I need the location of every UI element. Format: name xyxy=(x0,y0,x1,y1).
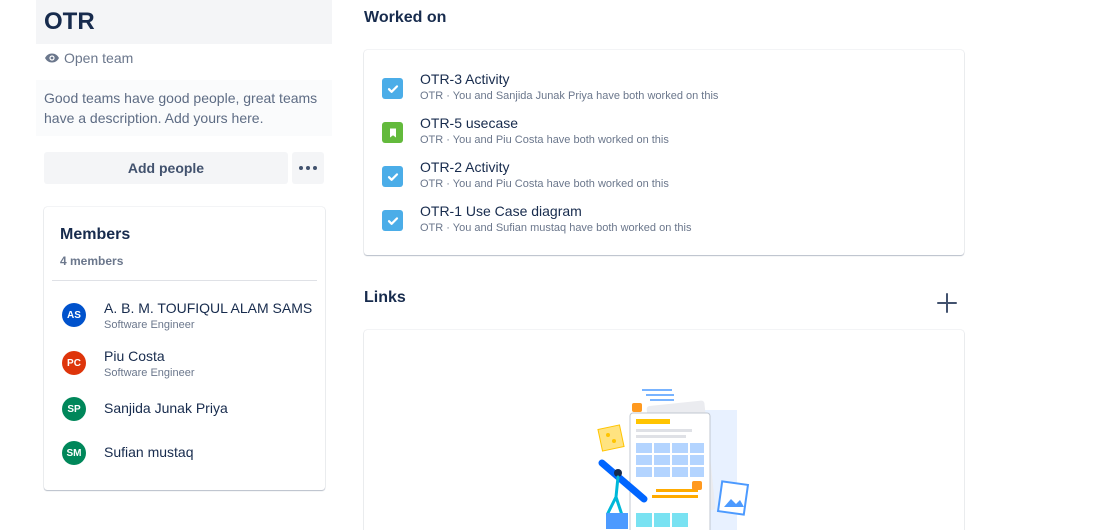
member-item[interactable]: PC Piu Costa Software Engineer xyxy=(62,348,312,385)
work-item-meta: OTR · You and Piu Costa have both worked… xyxy=(420,134,669,146)
add-people-button[interactable]: Add people xyxy=(44,152,288,184)
member-name: Sanjida Junak Priya xyxy=(104,400,228,416)
worked-on-heading: Worked on xyxy=(364,9,447,26)
members-card: Members 4 members AS A. B. M. TOUFIQUL A… xyxy=(44,207,325,490)
worked-on-card: OTR-3 Activity OTR · You and Sanjida Jun… xyxy=(364,50,964,255)
work-item[interactable]: OTR-5 usecase OTR · You and Piu Costa ha… xyxy=(380,115,940,158)
work-item[interactable]: OTR-1 Use Case diagram OTR · You and Suf… xyxy=(380,203,940,246)
members-divider xyxy=(52,280,317,281)
members-count: 4 members xyxy=(60,254,124,268)
avatar: AS xyxy=(62,303,86,327)
avatar: PC xyxy=(62,351,86,375)
team-description[interactable]: Good teams have good people, great teams… xyxy=(36,80,332,136)
task-checkbox-icon xyxy=(382,166,403,187)
member-role: Software Engineer xyxy=(104,319,195,331)
member-name: Sufian mustaq xyxy=(104,444,194,460)
work-item[interactable]: OTR-2 Activity OTR · You and Piu Costa h… xyxy=(380,159,940,202)
task-checkbox-icon xyxy=(382,78,403,99)
add-link-button[interactable] xyxy=(934,290,960,316)
more-actions-button[interactable] xyxy=(292,152,324,184)
member-item[interactable]: SP Sanjida Junak Priya xyxy=(62,397,312,433)
more-dot xyxy=(299,166,303,170)
visibility-label: Open team xyxy=(64,50,134,66)
work-item-meta: OTR · You and Piu Costa have both worked… xyxy=(420,178,669,190)
task-checkbox-icon xyxy=(382,210,403,231)
member-name: A. B. M. TOUFIQUL ALAM SAMS xyxy=(104,300,313,316)
member-name: Piu Costa xyxy=(104,348,165,364)
plus-icon xyxy=(937,293,957,313)
member-item[interactable]: SM Sufian mustaq xyxy=(62,441,312,477)
team-header: OTR xyxy=(36,0,332,44)
avatar: SM xyxy=(62,441,86,465)
work-item-title[interactable]: OTR-1 Use Case diagram xyxy=(420,203,582,219)
work-item-title[interactable]: OTR-3 Activity xyxy=(420,71,509,87)
member-role: Software Engineer xyxy=(104,367,195,379)
links-card xyxy=(364,330,964,530)
work-item-meta: OTR · You and Sufian mustaq have both wo… xyxy=(420,222,692,234)
work-item[interactable]: OTR-3 Activity OTR · You and Sanjida Jun… xyxy=(380,71,940,114)
members-title: Members xyxy=(60,226,131,243)
team-visibility: Open team xyxy=(44,50,133,66)
story-bookmark-icon xyxy=(382,122,403,143)
member-item[interactable]: AS A. B. M. TOUFIQUL ALAM SAMS Software … xyxy=(62,300,313,337)
more-dot xyxy=(313,166,317,170)
team-name[interactable]: OTR xyxy=(44,8,95,36)
work-item-title[interactable]: OTR-5 usecase xyxy=(420,115,518,131)
empty-links-illustration xyxy=(592,385,752,530)
work-item-meta: OTR · You and Sanjida Junak Priya have b… xyxy=(420,90,719,102)
work-item-title[interactable]: OTR-2 Activity xyxy=(420,159,509,175)
avatar: SP xyxy=(62,397,86,421)
eye-icon xyxy=(44,50,60,66)
links-heading: Links xyxy=(364,289,406,306)
more-dot xyxy=(306,166,310,170)
